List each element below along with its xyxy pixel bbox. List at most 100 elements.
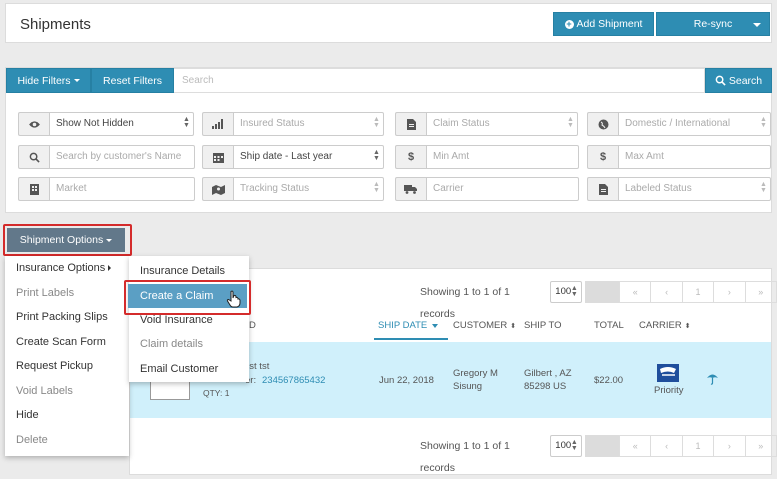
ship-date-header-label: SHIP DATE	[378, 320, 428, 331]
domestic-international-select[interactable]: Domestic / International	[618, 112, 771, 136]
menu-item-hide[interactable]: Hide	[16, 409, 39, 421]
market-filter[interactable]: Market	[18, 177, 195, 201]
page-size-select[interactable]: 100 ▲ ▼	[550, 281, 582, 303]
document-icon	[587, 177, 618, 201]
page-number[interactable]: 1	[681, 281, 715, 303]
customer-name-input[interactable]: Search by customer's Name	[49, 145, 195, 169]
ship-date-filter[interactable]: Ship date - Last year	[202, 145, 384, 169]
prev-page-button[interactable]: ‹	[650, 435, 683, 457]
ship-date-select[interactable]: Ship date - Last year	[233, 145, 384, 169]
globe-icon	[587, 112, 618, 136]
submenu-item-void-insurance[interactable]: Void Insurance	[140, 314, 213, 326]
usps-logo-icon	[657, 364, 679, 382]
tracking-number-link[interactable]: 234567865432	[262, 375, 325, 386]
add-shipment-label: Add Shipment	[576, 18, 643, 30]
hide-filters-button[interactable]: Hide Filters	[6, 68, 91, 93]
select-arrows-icon: ▲ ▼	[760, 116, 767, 129]
resync-label: Re-sync	[693, 18, 733, 30]
first-page-button[interactable]: «	[619, 281, 652, 303]
market-input[interactable]: Market	[49, 177, 195, 201]
reset-filters-label: Reset Filters	[103, 74, 162, 87]
column-header-total: TOTAL	[594, 320, 624, 331]
domestic-international-filter[interactable]: Domestic / International	[587, 112, 771, 136]
next-page-button[interactable]: ›	[713, 435, 746, 457]
column-header-customer[interactable]: CUSTOMER ⬍	[453, 320, 516, 331]
submenu-item-email-customer[interactable]: Email Customer	[140, 363, 218, 375]
ship-date: Jun 22, 2018	[379, 375, 434, 386]
submenu-item-claim-details[interactable]: Claim details	[140, 338, 203, 350]
visibility-select[interactable]: Show Not Hidden	[49, 112, 194, 136]
map-icon	[202, 177, 233, 201]
first-page-button[interactable]: «	[619, 435, 652, 457]
dollar-icon: $	[395, 145, 426, 169]
hide-filters-label: Hide Filters	[17, 74, 71, 87]
page-size-value: 100	[555, 286, 572, 297]
customer-header-label: CUSTOMER	[453, 320, 508, 331]
column-header-ship-to[interactable]: SHIP TO	[524, 320, 562, 331]
page-number[interactable]: 1	[681, 435, 715, 457]
search-button[interactable]: Search	[705, 68, 772, 93]
signal-icon	[202, 112, 233, 136]
column-header-carrier[interactable]: CARRIER ⬍	[639, 320, 691, 331]
tracking-status-select[interactable]: Tracking Status	[233, 177, 384, 201]
visibility-filter[interactable]: Show Not Hidden	[18, 112, 194, 136]
pager-bottom: Showing 1 to 1 of 1 records 100 ▲ ▼ « ‹ 1 …	[420, 435, 777, 479]
search-input[interactable]: Search	[174, 68, 705, 93]
next-page-button[interactable]: ›	[713, 281, 746, 303]
menu-item-void-labels[interactable]: Void Labels	[16, 385, 73, 397]
tracking-status-filter[interactable]: Tracking Status	[202, 177, 384, 201]
min-amount-input[interactable]: Min Amt	[426, 145, 579, 169]
submenu-item-insurance-details[interactable]: Insurance Details	[140, 265, 225, 277]
chevron-down-icon[interactable]	[753, 23, 761, 27]
customer-search-filter[interactable]: Search by customer's Name	[18, 145, 195, 169]
umbrella-icon[interactable]	[706, 372, 719, 385]
carrier-header-label: CARRIER	[639, 320, 682, 331]
menu-item-print-labels[interactable]: Print Labels	[16, 287, 74, 299]
plus-icon: +	[564, 18, 574, 29]
menu-item-insurance-options[interactable]: Insurance Options	[16, 262, 112, 274]
max-amount-filter[interactable]: $ Max Amt	[587, 145, 771, 169]
insured-status-filter[interactable]: Insured Status	[202, 112, 384, 136]
insurance-options-label: Insurance Options	[16, 262, 106, 274]
page-header: Shipments + Add Shipment Re-sync	[5, 3, 772, 43]
claim-status-filter[interactable]: Claim Status	[395, 112, 578, 136]
menu-item-print-packing-slips[interactable]: Print Packing Slips	[16, 311, 108, 323]
ship-to-header-label: SHIP TO	[524, 320, 562, 331]
search-button-label: Search	[728, 74, 763, 87]
menu-item-request-pickup[interactable]: Request Pickup	[16, 360, 93, 372]
page-title: Shipments	[20, 16, 91, 33]
min-amount-filter[interactable]: $ Min Amt	[395, 145, 579, 169]
customer-last: Sisung	[453, 381, 483, 392]
filters-panel: Hide Filters Reset Filters Search Search…	[5, 67, 772, 213]
quantity: QTY: 1	[203, 388, 230, 398]
dollar-icon: $	[587, 145, 618, 169]
reset-filters-button[interactable]: Reset Filters	[91, 68, 174, 93]
menu-item-create-scan-form[interactable]: Create Scan Form	[16, 336, 106, 348]
last-page-button[interactable]: »	[744, 281, 777, 303]
sort-icon: ⬍	[684, 323, 691, 330]
chevron-down-icon	[73, 79, 80, 82]
column-header-ship-date[interactable]: SHIP DATE	[374, 318, 448, 340]
insured-status-select[interactable]: Insured Status	[233, 112, 384, 136]
search-icon	[18, 145, 49, 169]
carrier-select[interactable]: Carrier	[426, 177, 579, 201]
claim-status-select[interactable]: Claim Status	[426, 112, 578, 136]
labeled-status-select[interactable]: Labeled Status	[618, 177, 771, 201]
carrier-filter[interactable]: Carrier	[395, 177, 579, 201]
page-size-select[interactable]: 100 ▲ ▼	[550, 435, 582, 457]
callout-highlight-options	[3, 224, 132, 256]
labeled-status-filter[interactable]: Labeled Status	[587, 177, 771, 201]
building-icon	[18, 177, 49, 201]
prev-page-button[interactable]: ‹	[650, 281, 683, 303]
add-shipment-button[interactable]: + Add Shipment	[553, 12, 654, 36]
max-amount-input[interactable]: Max Amt	[618, 145, 771, 169]
resync-button[interactable]: Re-sync	[656, 12, 770, 36]
total-amount: $22.00	[594, 375, 624, 386]
sort-icon: ⬍	[510, 323, 517, 330]
shipment-options-menu: Insurance Options Print Labels Print Pac…	[5, 256, 129, 456]
menu-item-delete[interactable]: Delete	[16, 434, 48, 446]
search-icon	[715, 75, 726, 86]
last-page-button[interactable]: »	[744, 435, 777, 457]
customer-first: Gregory M	[453, 368, 498, 379]
calendar-icon	[202, 145, 233, 169]
